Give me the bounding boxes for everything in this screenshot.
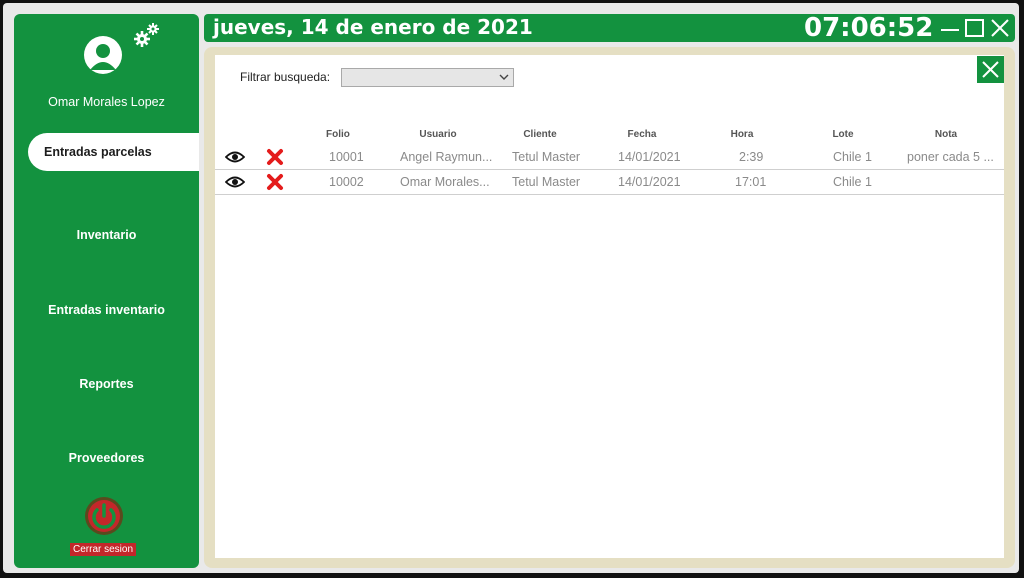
cell-hora: 17:01 <box>735 175 767 189</box>
content-panel: Filtrar busqueda: Folio Usuario Cliente … <box>215 55 1004 558</box>
power-icon[interactable] <box>84 496 124 536</box>
cell-lote: Chile 1 <box>833 175 872 189</box>
filter-select[interactable] <box>341 68 514 87</box>
cell-folio: 10002 <box>329 175 364 189</box>
column-header-usuario[interactable]: Usuario <box>411 129 465 140</box>
sidebar-item-inventario[interactable]: Inventario <box>14 228 199 242</box>
sidebar-item-entradas-inventario[interactable]: Entradas inventario <box>14 303 199 317</box>
sidebar-item-proveedores[interactable]: Proveedores <box>14 451 199 465</box>
content-frame: Filtrar busqueda: Folio Usuario Cliente … <box>204 47 1015 568</box>
logout-button[interactable]: Cerrar sesion <box>70 543 137 556</box>
cell-fecha: 14/01/2021 <box>618 150 681 164</box>
cell-lote: Chile 1 <box>833 150 872 164</box>
avatar <box>84 36 122 74</box>
eye-icon[interactable] <box>225 175 245 189</box>
app-window: Omar Morales Lopez Entradas parcelas Inv… <box>3 3 1019 573</box>
settings-gears-icon[interactable] <box>132 19 162 49</box>
cell-folio: 10001 <box>329 150 364 164</box>
delete-icon[interactable] <box>266 173 284 191</box>
sidebar-item-entradas-parcelas[interactable]: Entradas parcelas <box>28 133 199 171</box>
cell-cliente: Tetul Master <box>512 150 581 164</box>
title-bar: jueves, 14 de enero de 2021 07:06:52 <box>204 13 1015 43</box>
column-header-nota[interactable]: Nota <box>919 129 973 140</box>
delete-icon[interactable] <box>266 148 284 166</box>
column-header-hora[interactable]: Hora <box>715 129 769 140</box>
table-row[interactable]: 10001 Angel Raymun... Tetul Master 14/01… <box>215 145 1004 170</box>
cell-cliente: Tetul Master <box>512 175 581 189</box>
sidebar-item-reportes[interactable]: Reportes <box>14 377 199 391</box>
maximize-icon[interactable] <box>964 18 986 38</box>
current-date: jueves, 14 de enero de 2021 <box>213 15 533 39</box>
eye-icon[interactable] <box>225 150 245 164</box>
minimize-icon[interactable] <box>939 18 961 38</box>
user-name: Omar Morales Lopez <box>48 95 165 109</box>
cell-usuario: Angel Raymun... <box>400 150 493 164</box>
column-header-cliente[interactable]: Cliente <box>513 129 567 140</box>
table-row[interactable]: 10002 Omar Morales... Tetul Master 14/01… <box>215 170 1004 195</box>
cell-fecha: 14/01/2021 <box>618 175 681 189</box>
column-header-fecha[interactable]: Fecha <box>615 129 669 140</box>
clock: 07:06:52 <box>804 13 934 43</box>
chevron-down-icon <box>499 74 509 80</box>
sidebar: Omar Morales Lopez Entradas parcelas Inv… <box>14 14 199 568</box>
column-header-folio[interactable]: Folio <box>326 129 350 140</box>
cell-usuario: Omar Morales... <box>400 175 490 189</box>
cell-hora: 2:39 <box>739 150 764 164</box>
close-icon[interactable] <box>989 18 1011 38</box>
user-icon <box>90 44 116 70</box>
cell-nota: poner cada 5 ... <box>907 150 994 164</box>
column-header-lote[interactable]: Lote <box>816 129 870 140</box>
close-panel-icon[interactable] <box>977 56 1004 83</box>
filter-label: Filtrar busqueda: <box>240 70 331 84</box>
